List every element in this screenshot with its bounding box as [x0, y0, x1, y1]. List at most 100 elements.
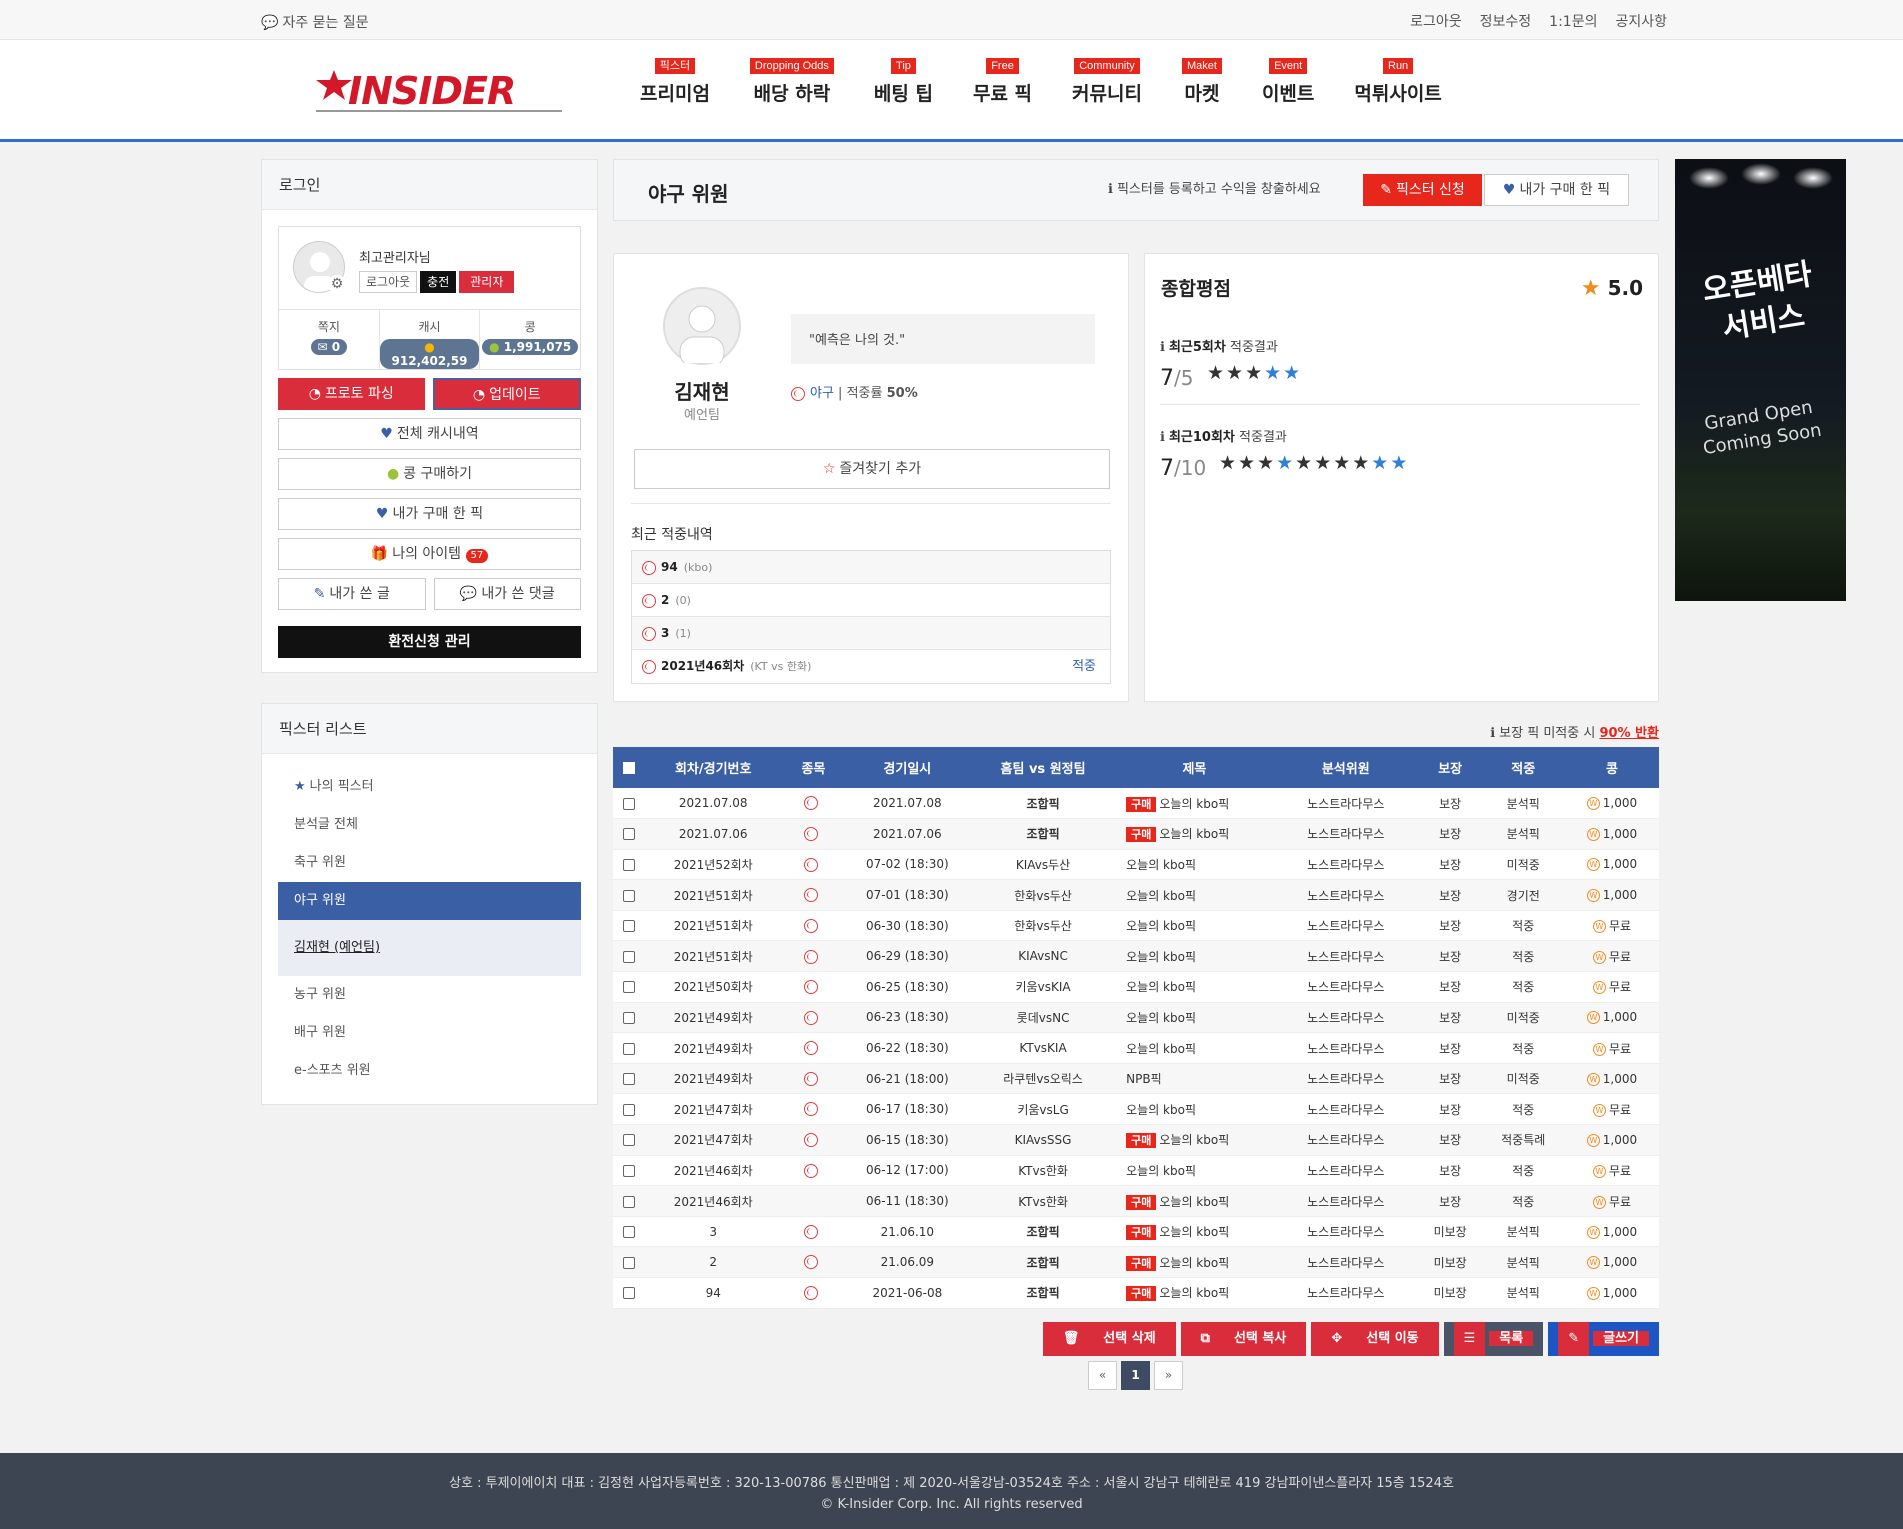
- update-button[interactable]: ◔ 업데이트: [432, 378, 581, 410]
- stat-kong[interactable]: 콩 ● 1,991,075: [480, 310, 580, 369]
- row-checkbox[interactable]: [613, 1063, 645, 1095]
- charge-button[interactable]: 충전: [420, 271, 457, 293]
- table-row[interactable]: 2021년52회차 07-02 (18:30) KIAvs두산 오늘의 kbo픽 노스트…: [613, 849, 1659, 881]
- list-item[interactable]: 2 (0): [632, 584, 1110, 617]
- pick-title[interactable]: 오늘의 kbo픽: [1159, 1195, 1229, 1209]
- nav-tip[interactable]: Tip 베팅 팁: [854, 54, 953, 124]
- table-row[interactable]: 2021년47회차 06-17 (18:30) 키움vsLG 오늘의 kbo픽 노스트라…: [613, 1093, 1659, 1126]
- delete-selected-button[interactable]: 🗑 선택 삭제: [1042, 1322, 1176, 1356]
- row-checkbox[interactable]: [613, 1277, 645, 1309]
- table-row[interactable]: 3 21.06.10 조합픽 구매 오늘의 kbo픽 노스트라다무스 미보장 분석픽 W 1,00…: [613, 1216, 1659, 1248]
- ad-banner[interactable]: 오픈베타 서비스 Grand Open Coming Soon: [1675, 159, 1846, 601]
- current-page[interactable]: 1: [1121, 1361, 1150, 1390]
- row-checkbox[interactable]: [613, 1032, 645, 1064]
- table-row[interactable]: 2021년46회차 06-11 (18:30) KTvs한화 구매 오늘의 kbo픽 노스…: [613, 1185, 1659, 1217]
- table-row[interactable]: 2021년46회차 06-12 (17:00) KTvs한화 오늘의 kbo픽 노스트라…: [613, 1155, 1659, 1187]
- nav-event[interactable]: Event 이벤트: [1242, 54, 1334, 124]
- nav-community[interactable]: Community 커뮤니티: [1052, 54, 1162, 124]
- nav-scam-sites[interactable]: Run 먹튀사이트: [1334, 54, 1461, 124]
- notice-link[interactable]: 공지사항: [1615, 11, 1667, 31]
- exchange-manage-button[interactable]: 환전신청 관리: [278, 626, 581, 658]
- table-row[interactable]: 2021년51회차 06-30 (18:30) 한화vs두산 오늘의 kbo픽 노스트라…: [613, 910, 1659, 942]
- row-checkbox[interactable]: [613, 849, 645, 881]
- table-row[interactable]: 94 2021-06-08 조합픽 구매 오늘의 kbo픽 노스트라다무스 미보장 분석픽 W 1…: [613, 1277, 1659, 1309]
- row-checkbox[interactable]: [613, 1002, 645, 1034]
- row-checkbox[interactable]: [613, 1124, 645, 1156]
- list-item[interactable]: 2021년46회차 (KT vs 한화) 적중: [632, 650, 1110, 683]
- my-purchased-picks-button[interactable]: ♥ 내가 구매 한 픽: [278, 498, 581, 530]
- pick-title[interactable]: 오늘의 kbo픽: [1159, 1286, 1229, 1300]
- row-checkbox[interactable]: [613, 971, 645, 1003]
- purchased-picks-button[interactable]: ♥ 내가 구매 한 픽: [1484, 174, 1629, 206]
- nav-premium[interactable]: 픽스터 프리미엄: [620, 54, 730, 124]
- pickster-item-kim[interactable]: 김재현 (예언팀): [278, 920, 581, 976]
- my-comments-button[interactable]: 💬 내가 쓴 댓글: [433, 578, 581, 610]
- edit-profile-link[interactable]: 정보수정: [1480, 11, 1532, 31]
- pickster-item-my[interactable]: ★ 나의 픽스터: [278, 768, 581, 806]
- row-checkbox[interactable]: [613, 910, 645, 942]
- buy-kong-button[interactable]: ● 콩 구매하기: [278, 458, 581, 490]
- pick-title[interactable]: 오늘의 kbo픽: [1126, 1042, 1196, 1056]
- move-selected-button[interactable]: ✥ 선택 이동: [1311, 1322, 1439, 1356]
- gear-icon[interactable]: ⚙: [328, 275, 346, 293]
- first-page-button[interactable]: «: [1088, 1361, 1117, 1390]
- stat-cash[interactable]: 캐시 ● 912,402,59: [379, 310, 481, 369]
- table-row[interactable]: 2021년49회차 06-21 (18:00) 라쿠텐vs오릭스 NPB픽 노스트라다무…: [613, 1063, 1659, 1095]
- admin-button[interactable]: 관리자: [459, 271, 515, 293]
- pick-title[interactable]: 오늘의 kbo픽: [1126, 889, 1196, 903]
- pickster-item-soccer[interactable]: 축구 위원: [278, 844, 581, 882]
- write-button[interactable]: ✎ 글쓰기: [1548, 1322, 1659, 1356]
- list-button[interactable]: ☰ 목록: [1443, 1322, 1544, 1356]
- row-checkbox[interactable]: [613, 788, 645, 820]
- my-posts-button[interactable]: ✎ 내가 쓴 글: [278, 578, 426, 610]
- nav-free[interactable]: Free 무료 픽: [953, 54, 1052, 124]
- faq-link[interactable]: 💬 자주 묻는 질문: [261, 12, 369, 32]
- logout-button[interactable]: 로그아웃: [359, 271, 418, 293]
- pick-title[interactable]: 오늘의 kbo픽: [1159, 1133, 1229, 1147]
- logout-link[interactable]: 로그아웃: [1410, 11, 1462, 31]
- pick-title[interactable]: 오늘의 kbo픽: [1126, 858, 1196, 872]
- row-checkbox[interactable]: [613, 879, 645, 911]
- row-checkbox[interactable]: [613, 1216, 645, 1248]
- table-row[interactable]: 2021.07.06 2021.07.06 조합픽 구매 오늘의 kbo픽 노스트라다무스…: [613, 818, 1659, 850]
- pick-title[interactable]: 오늘의 kbo픽: [1159, 797, 1229, 811]
- pick-title[interactable]: 오늘의 kbo픽: [1126, 1103, 1196, 1117]
- pickster-item-esports[interactable]: e-스포츠 위원: [278, 1052, 581, 1090]
- table-row[interactable]: 2021년51회차 07-01 (18:30) 한화vs두산 오늘의 kbo픽 노스트라…: [613, 879, 1659, 911]
- pick-title[interactable]: 오늘의 kbo픽: [1126, 1011, 1196, 1025]
- pick-title[interactable]: 오늘의 kbo픽: [1159, 1225, 1229, 1239]
- last-page-button[interactable]: »: [1154, 1361, 1183, 1390]
- pick-title[interactable]: 오늘의 kbo픽: [1126, 980, 1196, 994]
- stat-messages[interactable]: 쪽지 ✉ 0: [279, 310, 380, 369]
- pick-title[interactable]: 오늘의 kbo픽: [1126, 1164, 1196, 1178]
- pickster-item-baseball[interactable]: 야구 위원: [278, 882, 581, 920]
- table-row[interactable]: 2 21.06.09 조합픽 구매 오늘의 kbo픽 노스트라다무스 미보장 분석픽 W 1,00…: [613, 1246, 1659, 1278]
- table-row[interactable]: 2021년49회차 06-22 (18:30) KTvsKIA 오늘의 kbo픽 노스트…: [613, 1032, 1659, 1064]
- site-logo[interactable]: INSIDER: [312, 66, 566, 116]
- table-row[interactable]: 2021년51회차 06-29 (18:30) KIAvsNC 오늘의 kbo픽 노스트…: [613, 940, 1659, 973]
- my-items-button[interactable]: 🎁 나의 아이템 57: [278, 538, 581, 570]
- pick-title[interactable]: 오늘의 kbo픽: [1159, 1256, 1229, 1270]
- pickster-item-basketball[interactable]: 농구 위원: [278, 976, 581, 1014]
- inquiry-link[interactable]: 1:1문의: [1549, 11, 1597, 31]
- pick-title[interactable]: NPB픽: [1126, 1072, 1162, 1086]
- apply-pickster-button[interactable]: ✎ 픽스터 신청: [1363, 174, 1482, 206]
- row-checkbox[interactable]: [613, 1093, 645, 1126]
- table-row[interactable]: 2021년49회차 06-23 (18:30) 롯데vsNC 오늘의 kbo픽 노스트라…: [613, 1002, 1659, 1034]
- pick-title[interactable]: 오늘의 kbo픽: [1126, 950, 1196, 964]
- row-checkbox[interactable]: [613, 1155, 645, 1187]
- pickster-item-volleyball[interactable]: 배구 위원: [278, 1014, 581, 1052]
- row-checkbox[interactable]: [613, 1185, 645, 1217]
- table-row[interactable]: 2021년47회차 06-15 (18:30) KIAvsSSG 구매 오늘의 kbo픽…: [613, 1124, 1659, 1156]
- copy-selected-button[interactable]: ⧉ 선택 복사: [1180, 1322, 1307, 1356]
- row-checkbox[interactable]: [613, 818, 645, 850]
- cash-history-button[interactable]: ♥ 전체 캐시내역: [278, 418, 581, 450]
- list-item[interactable]: 94 (kbo): [632, 551, 1110, 584]
- row-checkbox[interactable]: [613, 1246, 645, 1278]
- nav-dropping-odds[interactable]: Dropping Odds 배당 하락: [730, 54, 854, 124]
- proto-parse-button[interactable]: ◔ 프로토 파싱: [278, 378, 425, 410]
- row-checkbox[interactable]: [613, 940, 645, 973]
- pick-title[interactable]: 오늘의 kbo픽: [1159, 827, 1229, 841]
- table-row[interactable]: 2021년50회차 06-25 (18:30) 키움vsKIA 오늘의 kbo픽 노스트…: [613, 971, 1659, 1003]
- select-all-checkbox[interactable]: [613, 747, 645, 788]
